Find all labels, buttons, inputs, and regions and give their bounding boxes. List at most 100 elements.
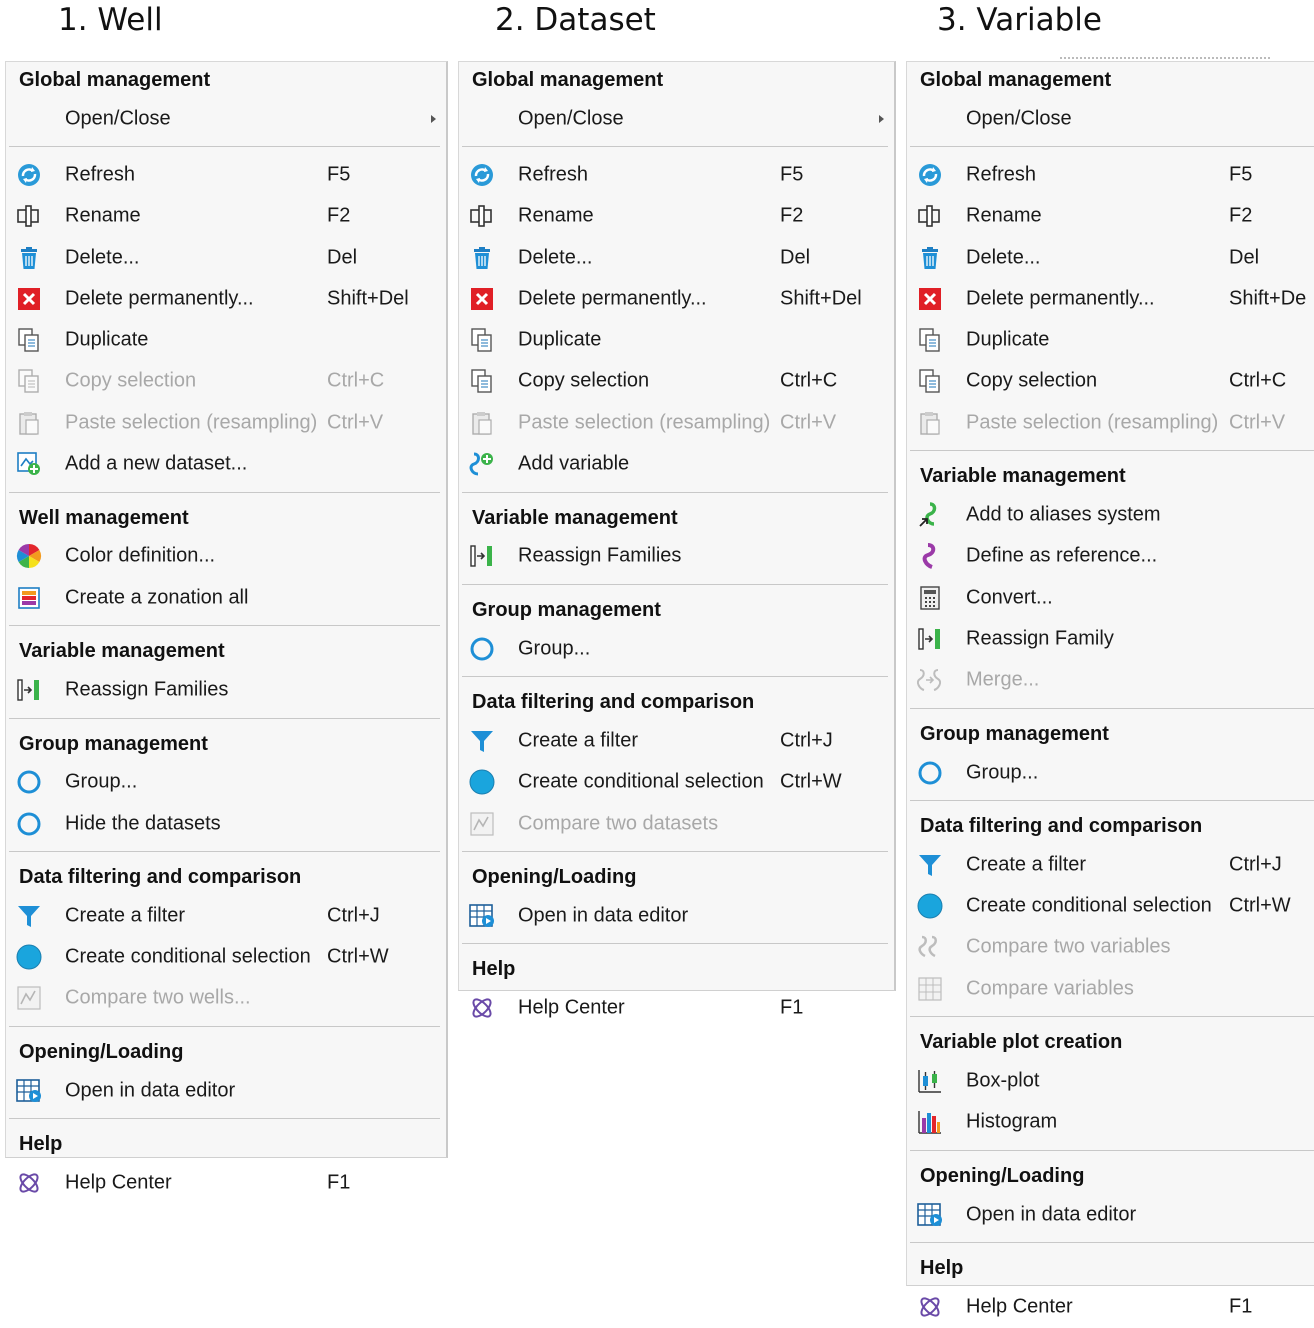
menu-item-rename[interactable]: Rename F2 (907, 196, 1314, 237)
menu-item-define-as-reference[interactable]: Define as reference... (907, 536, 1314, 577)
menu-item-merge: Merge... (907, 660, 1314, 701)
data-editor-icon (15, 1077, 43, 1105)
menu-item-shortcut: Shift+Del (780, 287, 862, 310)
menu-item-delete[interactable]: Delete... Del (6, 237, 446, 278)
menu-item-help-center[interactable]: Help Center F1 (6, 1162, 446, 1203)
menu-item-delete-permanently[interactable]: Delete permanently... Shift+De (907, 278, 1314, 319)
menu-item-shortcut: Del (1229, 246, 1260, 269)
menu-item-label: Compare two wells... (65, 986, 251, 1009)
paste-icon (916, 409, 944, 437)
menu-item-shortcut: Ctrl+V (780, 411, 837, 434)
menu-item-refresh[interactable]: Refresh F5 (907, 154, 1314, 195)
menu-item-delete-permanently[interactable]: Delete permanently... Shift+Del (6, 278, 446, 319)
menu-item-label: Delete permanently... (518, 287, 707, 310)
menu-item-add-variable[interactable]: Add variable (459, 443, 894, 484)
section-header-opening-loading: Opening/Loading (472, 866, 637, 889)
compare-icon (468, 810, 496, 838)
menu-item-open-in-data-editor[interactable]: Open in data editor (907, 1194, 1314, 1235)
menu-item-group[interactable]: Group... (6, 762, 446, 803)
menu-item-duplicate[interactable]: Duplicate (907, 319, 1314, 360)
menu-item-shortcut: Ctrl+W (780, 770, 842, 793)
menu-separator (462, 583, 888, 585)
section-header-help: Help (19, 1133, 63, 1156)
menu-item-open-in-data-editor[interactable]: Open in data editor (6, 1070, 446, 1111)
menu-item-create-conditional-selection[interactable]: Create conditional selection Ctrl+W (907, 885, 1314, 926)
menu-separator (9, 625, 440, 627)
menu-separator (9, 491, 440, 493)
disc-icon (916, 892, 944, 920)
menu-item-label: Delete... (65, 246, 140, 269)
menu-item-shortcut: Del (780, 246, 811, 269)
menu-item-open-close[interactable]: Open/Close (907, 98, 1314, 139)
menu-item-delete-permanently[interactable]: Delete permanently... Shift+Del (459, 278, 894, 319)
menu-item-delete[interactable]: Delete... Del (459, 237, 894, 278)
menu-item-duplicate[interactable]: Duplicate (459, 319, 894, 360)
menu-item-shortcut: F2 (780, 204, 804, 227)
menu-item-create-conditional-selection[interactable]: Create conditional selection Ctrl+W (459, 762, 894, 803)
menu-item-open-close[interactable]: Open/Close (6, 98, 446, 139)
menu-item-create-a-filter[interactable]: Create a filter Ctrl+J (459, 720, 894, 761)
menu-item-reassign-families[interactable]: Reassign Families (6, 669, 446, 710)
menu-separator (462, 943, 888, 945)
menu-item-label: Rename (518, 204, 594, 227)
menu-item-label: Add variable (518, 452, 630, 475)
menu-item-color-definition[interactable]: Color definition... (6, 536, 446, 577)
menu-separator (462, 491, 888, 493)
menu-item-convert[interactable]: Convert... (907, 577, 1314, 618)
menu-separator (910, 707, 1314, 709)
menu-item-label: Create a filter (65, 904, 186, 927)
copy-icon (916, 367, 944, 395)
menu-item-open-in-data-editor[interactable]: Open in data editor (459, 895, 894, 936)
duplicate-icon (15, 326, 43, 354)
menu-item-help-center[interactable]: Help Center F1 (907, 1286, 1314, 1327)
trash-icon (916, 244, 944, 272)
context-menu-variable: Global management Open/Close Refresh F5 Rena… (906, 61, 1314, 1317)
menu-item-create-conditional-selection[interactable]: Create conditional selection Ctrl+W (6, 936, 446, 977)
menu-item-label: Duplicate (65, 328, 149, 351)
trash-icon (468, 244, 496, 272)
menu-item-create-a-filter[interactable]: Create a filter Ctrl+J (6, 895, 446, 936)
menu-item-rename[interactable]: Rename F2 (459, 196, 894, 237)
menu-item-open-close[interactable]: Open/Close (459, 98, 894, 139)
menu-item-refresh[interactable]: Refresh F5 (459, 154, 894, 195)
menu-item-histogram[interactable]: Histogram (907, 1102, 1314, 1143)
menu-item-add-a-new-dataset[interactable]: Add a new dataset... (6, 443, 446, 484)
menu-separator (9, 851, 440, 853)
menu-item-create-a-filter[interactable]: Create a filter Ctrl+J (907, 844, 1314, 885)
menu-item-box-plot[interactable]: Box-plot (907, 1060, 1314, 1101)
menu-item-label: Reassign Families (518, 544, 682, 567)
menu-separator (910, 800, 1314, 802)
funnel-icon (916, 851, 944, 879)
section-header-data-filtering-and-comparison: Data filtering and comparison (920, 815, 1203, 838)
menu-item-delete[interactable]: Delete... Del (907, 237, 1314, 278)
menu-item-label: Delete permanently... (966, 287, 1155, 310)
menu-item-reassign-families[interactable]: Reassign Families (459, 536, 894, 577)
reassign-icon (916, 625, 944, 653)
section-header-group-management: Group management (19, 732, 208, 755)
menu-item-reassign-family[interactable]: Reassign Family (907, 618, 1314, 659)
menu-item-add-to-aliases-system[interactable]: Add to aliases system (907, 494, 1314, 535)
menu-item-copy-selection[interactable]: Copy selection Ctrl+C (459, 361, 894, 402)
help-icon (15, 1169, 43, 1197)
color-wheel-icon (15, 542, 43, 570)
menu-item-compare-two-datasets: Compare two datasets (459, 803, 894, 844)
menu-item-shortcut: Ctrl+V (1229, 411, 1286, 434)
context-menu-well: Global management Open/Close Refresh F5 Rena… (5, 61, 448, 1193)
menu-item-label: Add a new dataset... (65, 452, 248, 475)
section-header-data-filtering-and-comparison: Data filtering and comparison (472, 691, 755, 714)
menu-item-help-center[interactable]: Help Center F1 (459, 987, 894, 1028)
menu-item-refresh[interactable]: Refresh F5 (6, 154, 446, 195)
menu-item-hide-the-datasets[interactable]: Hide the datasets (6, 803, 446, 844)
delete-x-icon (15, 285, 43, 313)
menu-item-paste-selection-resampling: Paste selection (resampling) Ctrl+V (459, 402, 894, 443)
alias-icon (916, 501, 944, 529)
menu-item-copy-selection[interactable]: Copy selection Ctrl+C (907, 361, 1314, 402)
compare-variables-icon (916, 933, 944, 961)
menu-item-group[interactable]: Group... (907, 752, 1314, 793)
menu-item-create-a-zonation-all[interactable]: Create a zonation all (6, 577, 446, 618)
section-header-global-management: Global management (920, 69, 1112, 91)
menu-item-duplicate[interactable]: Duplicate (6, 319, 446, 360)
menu-item-label: Merge... (966, 668, 1040, 691)
menu-item-rename[interactable]: Rename F2 (6, 196, 446, 237)
menu-item-group[interactable]: Group... (459, 628, 894, 669)
